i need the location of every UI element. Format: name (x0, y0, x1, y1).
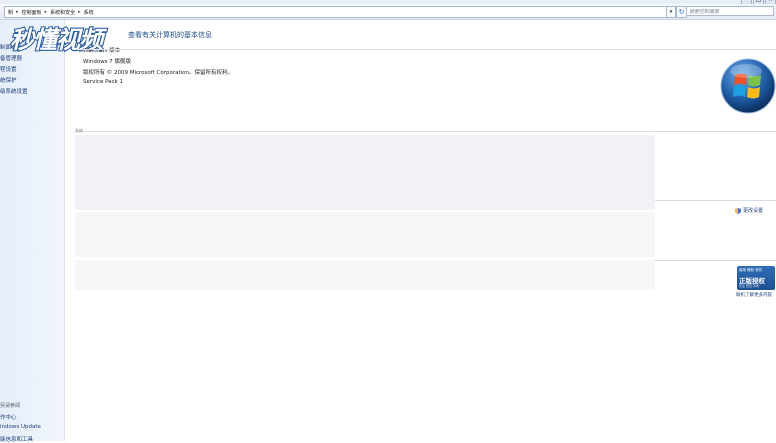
sidebar-item-advanced-settings[interactable]: 级系统设置 (0, 87, 28, 95)
breadcrumb-item[interactable]: 控制面板 (19, 9, 45, 16)
see-also-header: 另请参阅 (0, 403, 21, 409)
windows-logo-icon (720, 58, 776, 114)
shield-icon (735, 207, 741, 214)
sidebar-item-action-center[interactable]: 作中心 (0, 413, 17, 421)
genuine-badge: 使用 微软 软件 正版授权 安全 稳定 声誉 (737, 266, 775, 290)
sidebar: 制面板主页 备管理器 程设置 统保护 级系统设置 另请参阅 作中心 indows… (0, 20, 65, 443)
breadcrumb-item[interactable]: 系统 (81, 9, 97, 16)
genuine-line1: 使用 微软 软件 (739, 268, 763, 272)
system-info-blurred (75, 135, 655, 210)
computer-name-blurred (75, 212, 655, 257)
section-header-system: 系统 (75, 128, 83, 133)
chevron-down-icon[interactable]: ▾ (666, 6, 676, 18)
genuine-more-link[interactable]: 联机了解更多内容 (736, 292, 772, 298)
main-content: 查看有关计算机的基本信息 Windows 版本 Windows 7 旗舰版 版权… (65, 20, 776, 441)
breadcrumb[interactable]: 制 ▸ 控制面板 ▸ 系统和安全 ▸ 系统 (4, 6, 669, 18)
breadcrumb-item[interactable]: 制 (5, 9, 16, 16)
search-input[interactable]: 搜索控制面板 (686, 6, 774, 16)
divider (75, 49, 776, 50)
sidebar-item-system-protection[interactable]: 统保护 (0, 76, 17, 84)
change-settings-link[interactable]: 更改设置 (735, 207, 763, 214)
service-pack: Service Pack 1 (83, 79, 123, 85)
copyright-text: 版权所有 © 2009 Microsoft Corporation。保留所有权利… (83, 70, 234, 76)
divider (75, 131, 776, 132)
windows-edition: Windows 7 旗舰版 (83, 59, 132, 65)
sidebar-item-remote-settings[interactable]: 程设置 (0, 65, 17, 73)
sidebar-item-performance-tools[interactable]: 能信息和工具 (0, 435, 33, 443)
activation-blurred (75, 260, 655, 290)
sidebar-item-windows-update[interactable]: indows Update (0, 424, 41, 430)
divider (655, 200, 776, 201)
genuine-line3: 安全 稳定 声誉 (739, 284, 759, 288)
divider (655, 260, 776, 261)
breadcrumb-item[interactable]: 系统和安全 (47, 9, 78, 16)
change-settings-label: 更改设置 (743, 208, 764, 214)
section-header-edition: Windows 版本 (83, 48, 121, 54)
address-bar: 制 ▸ 控制面板 ▸ 系统和安全 ▸ 系统 ▾ ↻ 搜索控制面板 (0, 4, 776, 20)
page-title: 查看有关计算机的基本信息 (128, 31, 212, 39)
